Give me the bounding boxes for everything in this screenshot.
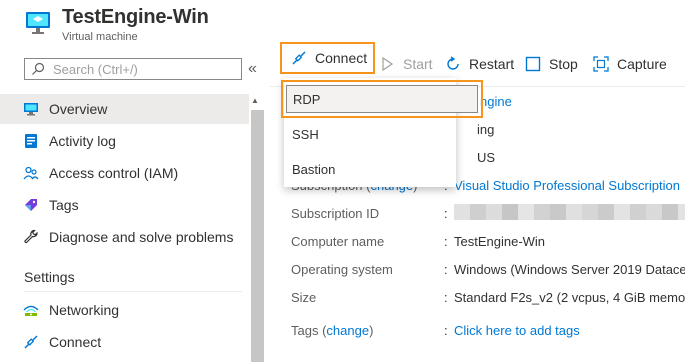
monitor-icon [23,101,39,117]
menu-item-rdp[interactable]: RDP [281,80,483,118]
status-value: ing [477,122,495,137]
connect-button[interactable]: Connect [280,42,375,74]
tags-label: Tags (change) [291,323,374,338]
search-placeholder: Search (Ctrl+/) [53,61,138,77]
start-button[interactable]: Start [379,50,433,78]
colon: : [444,323,448,338]
sidebar-item-connect[interactable]: Connect [0,327,249,357]
search-icon [32,62,45,75]
collapse-sidebar-icon[interactable]: « [248,60,257,78]
resource-group-value[interactable]: ngine [480,94,512,109]
network-icon [23,302,39,318]
os-label: Operating system [291,262,393,277]
sidebar-item-overview[interactable]: Overview [0,94,249,124]
page-title: TestEngine-Win [62,6,209,28]
virtual-machine-icon [24,8,52,36]
sidebar-item-label: Tags [49,197,79,213]
colon: : [444,234,448,249]
sidebar-item-label: Connect [49,334,102,350]
computer-name-value: TestEngine-Win [454,234,546,249]
sidebar-item-label: Activity log [49,133,116,149]
sidebar-item-activity-log[interactable]: Activity log [0,126,249,156]
settings-section-label: Settings [24,269,75,285]
scroll-up-icon[interactable]: ▲ [251,96,259,105]
plug-icon [23,334,39,350]
menu-item-ssh[interactable]: SSH [284,117,456,151]
stop-button[interactable]: Stop [525,50,578,78]
colon: : [444,206,448,221]
sidebar-item-tags[interactable]: Tags [0,190,249,220]
connect-dropdown-menu: RDP SSH Bastion [281,78,483,187]
plug-icon [292,51,306,65]
sidebar-item-label: Diagnose and solve problems [49,229,234,245]
tag-icon [23,197,39,213]
capture-label: Capture [617,56,667,72]
size-label: Size [291,290,317,305]
os-value: Windows (Windows Server 2019 Datace [454,262,685,277]
add-tags-link[interactable]: Click here to add tags [454,323,580,338]
restart-label: Restart [469,56,515,72]
subscription-value[interactable]: Visual Studio Professional Subscription [454,178,680,193]
sidebar-item-networking[interactable]: Networking [0,295,249,325]
start-label: Start [403,56,433,72]
colon: : [444,262,448,277]
play-icon [382,56,394,72]
activity-log-icon [23,133,39,149]
wrench-icon [23,229,39,245]
computer-name-label: Computer name [291,234,385,249]
sidebar-scrollbar[interactable] [251,110,264,362]
capture-icon [593,56,609,72]
restart-button[interactable]: Restart [445,50,514,78]
sidebar-item-label: Access control (IAM) [49,165,179,181]
size-value: Standard F2s_v2 (2 vcpus, 4 GiB memory [454,290,685,305]
capture-button[interactable]: Capture [593,50,667,78]
people-icon [23,165,39,181]
tags-change-link[interactable]: change [326,323,369,338]
subscription-id-redacted [454,204,685,220]
search-input[interactable]: Search (Ctrl+/) [24,58,242,80]
colon: : [444,290,448,305]
stop-label: Stop [549,56,578,72]
settings-divider [24,291,242,292]
connect-label: Connect [315,50,368,66]
restart-icon [447,56,459,70]
location-value: US [477,150,496,165]
sidebar-item-diagnose[interactable]: Diagnose and solve problems [0,222,249,252]
page-subtitle: Virtual machine [62,31,138,43]
sidebar-item-access-control[interactable]: Access control (IAM) [0,158,249,188]
sidebar-item-label: Overview [49,101,108,117]
stop-icon [525,56,541,72]
menu-item-bastion[interactable]: Bastion [284,152,456,186]
sidebar-item-label: Networking [49,302,120,318]
subscription-id-label: Subscription ID [291,206,380,221]
